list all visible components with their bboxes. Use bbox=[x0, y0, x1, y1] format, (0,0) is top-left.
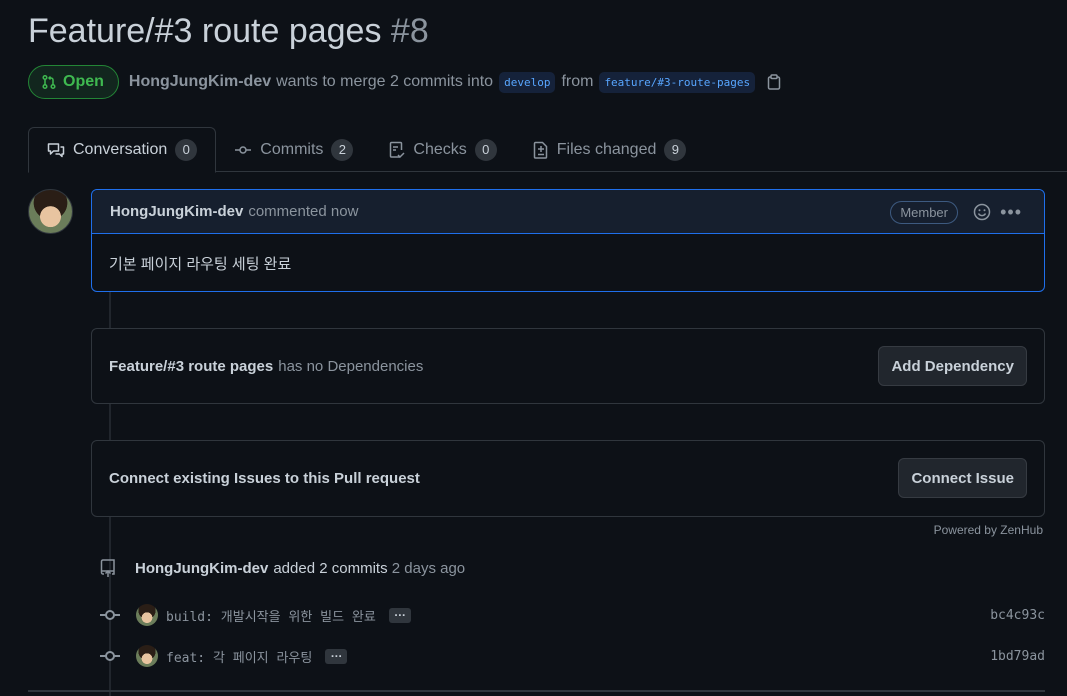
tab-label: Checks bbox=[413, 140, 467, 158]
copy-icon[interactable] bbox=[767, 74, 781, 90]
pr-title: Feature/#3 route pages #8 bbox=[28, 12, 429, 51]
comment-author-link[interactable]: HongJungKim-dev bbox=[110, 203, 243, 220]
file-diff-icon bbox=[533, 141, 547, 159]
commit-sha[interactable]: bc4c93c bbox=[990, 608, 1045, 623]
comment-timestamp[interactable]: commented now bbox=[248, 203, 358, 220]
repo-push-icon bbox=[100, 559, 115, 577]
expand-commit-button[interactable]: … bbox=[388, 606, 411, 623]
dependencies-box: Feature/#3 route pages has no Dependenci… bbox=[91, 328, 1045, 404]
base-branch[interactable]: develop bbox=[499, 71, 556, 93]
tab-label: Files changed bbox=[556, 140, 657, 158]
git-commit-icon bbox=[235, 145, 252, 154]
expand-commit-button[interactable]: … bbox=[325, 647, 348, 664]
git-commit-icon bbox=[100, 651, 120, 661]
member-badge: Member bbox=[890, 201, 958, 224]
commits-action: added bbox=[273, 559, 316, 577]
tab-counter: 9 bbox=[664, 138, 687, 161]
comment-discussion-icon bbox=[47, 143, 65, 158]
commit-row: feat: 각 페이지 라우팅 … 1bd79ad bbox=[100, 644, 1045, 668]
commits-event-text: added 2 commits 2 days ago bbox=[273, 560, 465, 577]
pr-tabs: Conversation 0 Commits 2 Checks 0 Files … bbox=[28, 127, 1067, 173]
commit-sha[interactable]: 1bd79ad bbox=[990, 649, 1045, 664]
tab-counter: 0 bbox=[474, 138, 497, 161]
tab-label: Commits bbox=[260, 140, 324, 158]
comment-box: HongJungKim-dev commented now Member •••… bbox=[91, 189, 1045, 292]
commits-when[interactable]: 2 days ago bbox=[392, 560, 465, 577]
tab-label: Conversation bbox=[73, 141, 168, 158]
smiley-icon[interactable] bbox=[973, 203, 991, 225]
commit-message[interactable]: feat: 각 페이지 라우팅 bbox=[166, 647, 312, 666]
pr-author-link[interactable]: HongJungKim-dev bbox=[129, 73, 271, 91]
comment-header: HongJungKim-dev commented now Member ••• bbox=[92, 190, 1044, 234]
tab-files-changed[interactable]: Files changed 9 bbox=[515, 127, 705, 172]
dependencies-title: Feature/#3 route pages bbox=[109, 357, 274, 375]
commit-row: build: 개발시작을 위한 빌드 완료 … bc4c93c bbox=[100, 603, 1045, 627]
dependencies-text: has no Dependencies bbox=[278, 357, 424, 375]
git-pull-request-icon bbox=[42, 74, 56, 90]
tab-counter: 0 bbox=[175, 139, 198, 161]
pr-title-text: Feature/#3 route pages bbox=[28, 12, 382, 50]
zenhub-credit: Powered by ZenHub bbox=[933, 523, 1043, 537]
avatar[interactable] bbox=[28, 189, 73, 234]
connect-issue-button[interactable]: Connect Issue bbox=[898, 458, 1027, 498]
commit-message[interactable]: build: 개발시작을 위한 빌드 완료 bbox=[166, 606, 376, 625]
checklist-icon bbox=[390, 141, 405, 158]
merge-text: wants to merge 2 commits into bbox=[276, 73, 494, 90]
state-label: Open bbox=[63, 73, 104, 90]
connect-issue-box: Connect existing Issues to this Pull req… bbox=[91, 440, 1045, 517]
commits-event: HongJungKim-dev added 2 commits 2 days a… bbox=[100, 558, 465, 578]
git-commit-icon bbox=[100, 610, 120, 620]
tab-counter: 2 bbox=[331, 138, 354, 161]
connect-issue-text: Connect existing Issues to this Pull req… bbox=[109, 470, 420, 487]
from-text: from bbox=[561, 73, 594, 90]
add-dependency-button[interactable]: Add Dependency bbox=[878, 346, 1027, 386]
divider bbox=[28, 690, 1045, 692]
tab-conversation[interactable]: Conversation 0 bbox=[28, 127, 217, 173]
pr-meta: Open HongJungKim-dev wants to merge 2 co… bbox=[28, 65, 781, 99]
commits-count: 2 commits bbox=[319, 559, 388, 577]
avatar[interactable] bbox=[136, 645, 158, 667]
pr-number: #8 bbox=[390, 12, 429, 50]
comment-body: 기본 페이지 라우팅 세팅 완료 bbox=[109, 256, 292, 273]
tab-commits[interactable]: Commits 2 bbox=[216, 127, 371, 172]
tab-checks[interactable]: Checks 0 bbox=[371, 127, 514, 172]
merge-summary: HongJungKim-dev wants to merge 2 commits… bbox=[129, 71, 781, 93]
head-branch[interactable]: feature/#3-route-pages bbox=[599, 71, 756, 93]
avatar[interactable] bbox=[136, 604, 158, 626]
kebab-horizontal-icon[interactable]: ••• bbox=[1000, 202, 1022, 223]
state-badge: Open bbox=[28, 65, 119, 99]
commits-author-link[interactable]: HongJungKim-dev bbox=[135, 560, 268, 577]
